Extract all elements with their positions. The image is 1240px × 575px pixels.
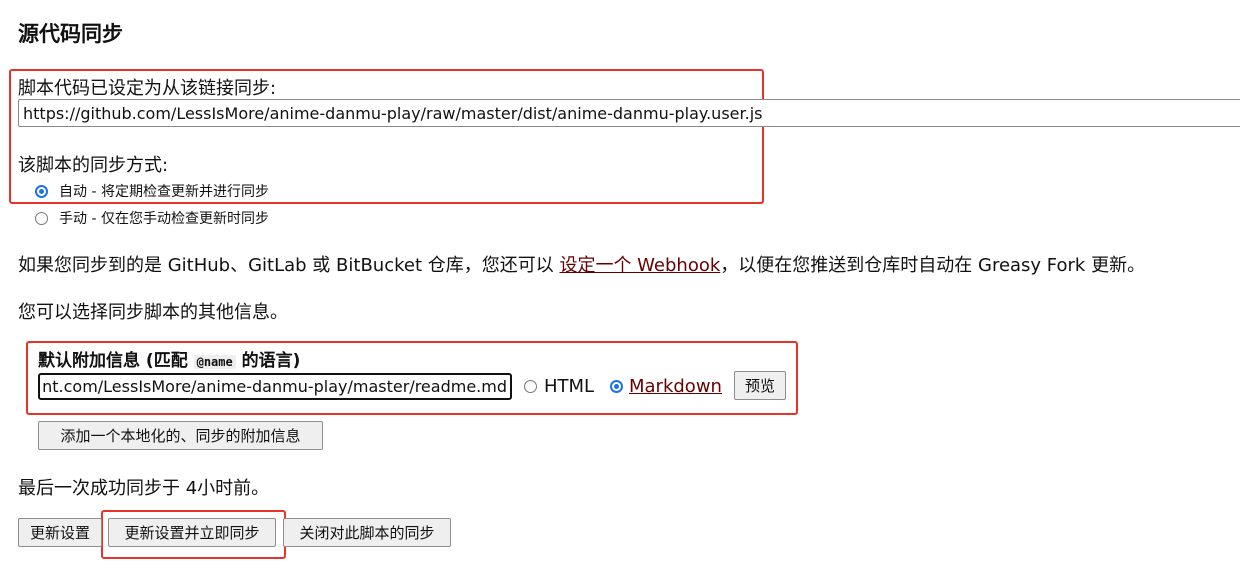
format-markdown-option[interactable]: Markdown bbox=[610, 376, 722, 397]
default-info-title-after: 的语言) bbox=[235, 351, 301, 371]
disable-sync-button[interactable]: 关闭对此脚本的同步 bbox=[283, 518, 451, 547]
html-radio-button[interactable] bbox=[524, 380, 537, 393]
default-info-title-before: 默认附加信息 (匹配 bbox=[38, 351, 194, 371]
sync-mode-label: 该脚本的同步方式: bbox=[18, 155, 169, 176]
sync-source-label: 脚本代码已设定为从该链接同步: bbox=[18, 78, 277, 99]
additional-info-url-input[interactable] bbox=[38, 373, 512, 400]
manual-option-label: 手动 - 仅在您手动检查更新时同步 bbox=[59, 211, 269, 227]
sync-mode-auto-option[interactable]: 自动 - 将定期检查更新并进行同步 bbox=[35, 181, 269, 201]
last-sync-text: 最后一次成功同步于 4小时前。 bbox=[18, 478, 270, 499]
markdown-link[interactable]: Markdown bbox=[629, 376, 722, 397]
update-settings-button[interactable]: 更新设置 bbox=[18, 518, 102, 547]
additional-info-intro: 您可以选择同步脚本的其他信息。 bbox=[18, 302, 288, 323]
sync-url-input[interactable] bbox=[18, 99, 1240, 127]
default-info-title: 默认附加信息 (匹配 @name 的语言) bbox=[38, 346, 300, 371]
webhook-link[interactable]: 设定一个 Webhook bbox=[559, 255, 720, 276]
webhook-text-before: 如果您同步到的是 GitHub、GitLab 或 BitBucket 仓库，您还… bbox=[18, 255, 560, 276]
section-title: 源代码同步 bbox=[18, 22, 123, 46]
name-code-tag: @name bbox=[193, 355, 236, 369]
add-localized-info-button[interactable]: 添加一个本地化的、同步的附加信息 bbox=[38, 421, 323, 450]
auto-option-label: 自动 - 将定期检查更新并进行同步 bbox=[59, 184, 269, 200]
format-html-option[interactable]: HTML bbox=[524, 376, 594, 397]
markdown-radio-button[interactable] bbox=[610, 380, 623, 393]
sync-mode-manual-option[interactable]: 手动 - 仅在您手动检查更新时同步 bbox=[35, 208, 269, 228]
auto-radio-button[interactable] bbox=[35, 184, 48, 198]
preview-button[interactable]: 预览 bbox=[734, 371, 786, 400]
html-option-label: HTML bbox=[544, 376, 595, 397]
webhook-text-after: ，以便在您推送到仓库时自动在 Greasy Fork 更新。 bbox=[720, 255, 1146, 276]
update-and-sync-button[interactable]: 更新设置并立即同步 bbox=[108, 518, 276, 547]
manual-radio-button[interactable] bbox=[35, 211, 48, 225]
webhook-paragraph: 如果您同步到的是 GitHub、GitLab 或 BitBucket 仓库，您还… bbox=[18, 251, 1145, 277]
